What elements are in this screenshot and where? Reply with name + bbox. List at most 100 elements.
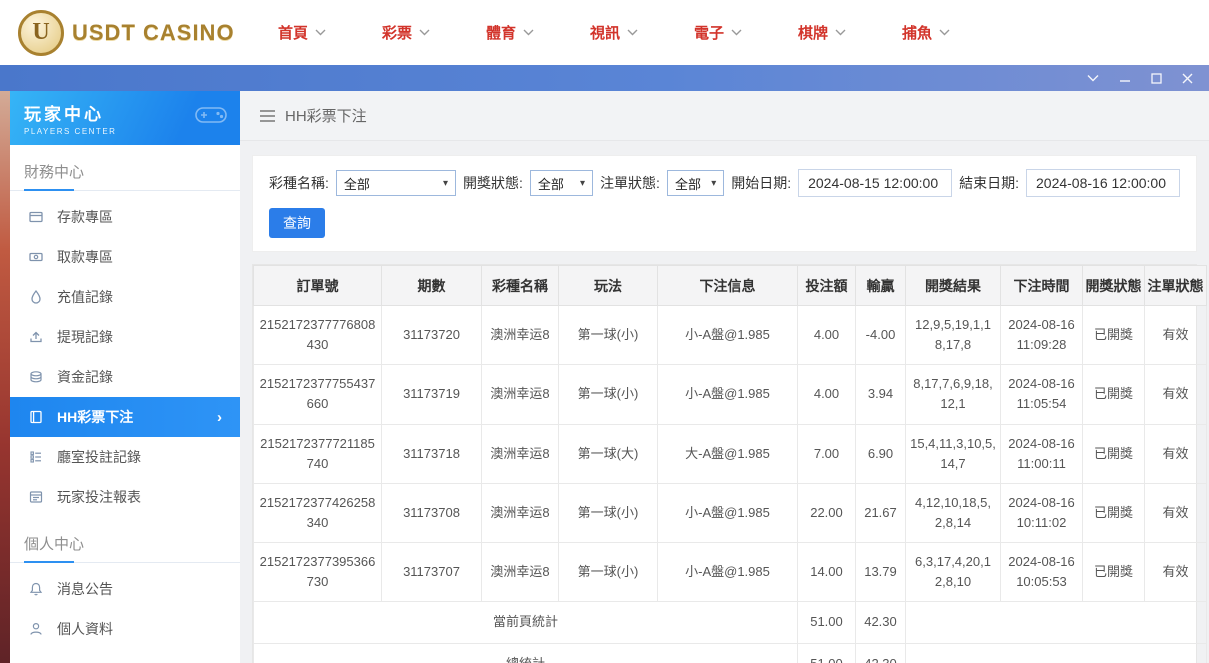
cell-play: 第一球(小) [559, 365, 658, 424]
lottery-name-select[interactable]: 全部 ▾ [336, 170, 456, 196]
search-button[interactable]: 查詢 [269, 208, 325, 238]
nav-item-sports[interactable]: 體育 [458, 22, 562, 43]
table-row: 2152172377721185740 31173718 澳洲幸运8 第一球(大… [254, 424, 1207, 483]
filter-panel: 彩種名稱: 全部 ▾ 開獎狀態: 全部 ▾ 注單狀態: 全部 ▾ [252, 155, 1197, 252]
col-header-bet-info: 下注信息 [658, 266, 798, 306]
sidebar-item-label: 充值記錄 [57, 287, 113, 307]
sidebar-item-announcements[interactable]: 消息公告 [10, 569, 240, 609]
cell-amount: 7.00 [798, 424, 856, 483]
gamepad-icon [194, 103, 228, 132]
window-minimize-icon[interactable] [1119, 72, 1131, 84]
nav-item-live[interactable]: 視訊 [562, 22, 666, 43]
nav-item-label: 捕魚 [902, 22, 932, 43]
sidebar-item-label: 資金記錄 [57, 367, 113, 387]
cell-winloss: 6.90 [856, 424, 906, 483]
sidebar-item-profile[interactable]: 個人資料 [10, 609, 240, 649]
sidebar-item-label: 玩家投注報表 [57, 487, 141, 507]
start-date-input[interactable] [798, 169, 952, 197]
cell-lottery: 澳洲幸运8 [482, 543, 559, 602]
cell-winloss: 21.67 [856, 483, 906, 542]
col-header-play: 玩法 [559, 266, 658, 306]
sidebar-item-deposit[interactable]: 存款專區 [10, 197, 240, 237]
cell-amount: 22.00 [798, 483, 856, 542]
page-header: HH彩票下注 [240, 91, 1209, 141]
sidebar-item-label: 存款專區 [57, 207, 113, 227]
nav-item-label: 視訊 [590, 22, 620, 43]
col-header-order: 訂單號 [254, 266, 382, 306]
deposit-icon [28, 209, 44, 225]
draw-status-select[interactable]: 全部 ▾ [530, 170, 593, 196]
nav-item-label: 電子 [694, 22, 724, 43]
chevron-down-icon [835, 29, 846, 36]
cell-period: 31173719 [382, 365, 482, 424]
draw-status-label: 開獎狀態: [463, 173, 523, 193]
sidebar-item-withdraw[interactable]: 取款專區 [10, 237, 240, 277]
main-nav: 首頁 彩票 體育 視訊 電子 棋牌 捕魚 [250, 22, 1191, 43]
cell-winloss: 3.94 [856, 365, 906, 424]
lottery-name-label: 彩種名稱: [269, 173, 329, 193]
sidebar-item-player-report[interactable]: 玩家投注報表 [10, 477, 240, 517]
sidebar-item-withdrawal-record[interactable]: 提現記錄 [10, 317, 240, 357]
brand[interactable]: U USDT CASINO [18, 10, 250, 56]
window-collapse-icon[interactable] [1087, 74, 1099, 82]
cell-period: 31173718 [382, 424, 482, 483]
nav-item-home[interactable]: 首頁 [250, 22, 354, 43]
cell-order: 2152172377721185740 [254, 424, 382, 483]
table-header-row: 訂單號 期數 彩種名稱 玩法 下注信息 投注額 輸贏 開獎結果 下注時間 開獎狀… [254, 266, 1207, 306]
nav-item-label: 首頁 [278, 22, 308, 43]
window-close-icon[interactable] [1182, 73, 1193, 84]
sidebar-item-room-bet-record[interactable]: 廳室投註記錄 [10, 437, 240, 477]
sidebar-item-hh-lottery-bets[interactable]: HH彩票下注 › [10, 397, 240, 437]
cell-order-status: 有效 [1145, 543, 1207, 602]
nav-item-slots[interactable]: 電子 [666, 22, 770, 43]
window-maximize-icon[interactable] [1151, 73, 1162, 84]
recharge-record-icon [28, 289, 44, 305]
hamburger-menu-icon[interactable] [260, 110, 275, 122]
sidebar-item-label: 個人資料 [57, 619, 113, 639]
table-row: 2152172377395366730 31173707 澳洲幸运8 第一球(小… [254, 543, 1207, 602]
lottery-name-value: 全部 [344, 174, 370, 193]
col-header-lottery: 彩種名稱 [482, 266, 559, 306]
cell-play: 第一球(大) [559, 424, 658, 483]
room-bet-record-icon [28, 449, 44, 465]
brand-logo-icon: U [18, 10, 64, 56]
cell-winloss: 13.79 [856, 543, 906, 602]
sidebar-item-funds-record[interactable]: 資金記錄 [10, 357, 240, 397]
page-total-label: 當前頁統計 [254, 602, 798, 643]
cell-draw-status: 已開獎 [1083, 424, 1145, 483]
brand-name: USDT CASINO [72, 20, 235, 46]
chevron-down-icon [939, 29, 950, 36]
cell-amount: 4.00 [798, 365, 856, 424]
nav-item-label: 棋牌 [798, 22, 828, 43]
cell-lottery: 澳洲幸运8 [482, 483, 559, 542]
cell-order: 2152172377755437660 [254, 365, 382, 424]
nav-item-cards[interactable]: 棋牌 [770, 22, 874, 43]
cell-bet-info: 小-A盤@1.985 [658, 365, 798, 424]
cell-winloss: -4.00 [856, 306, 906, 365]
page-title: HH彩票下注 [285, 105, 367, 126]
cell-lottery: 澳洲幸运8 [482, 424, 559, 483]
start-date-label: 開始日期: [731, 173, 791, 193]
chevron-down-icon: ▾ [711, 178, 716, 189]
cell-draw-status: 已開獎 [1083, 483, 1145, 542]
cell-period: 31173720 [382, 306, 482, 365]
cell-order: 2152172377426258340 [254, 483, 382, 542]
end-date-input[interactable] [1026, 169, 1180, 197]
cell-result: 12,9,5,19,1,18,17,8 [906, 306, 1001, 365]
grand-total-bet: 51.00 [798, 643, 856, 663]
chevron-down-icon [627, 29, 638, 36]
order-status-select[interactable]: 全部 ▾ [667, 170, 724, 196]
chevron-down-icon [731, 29, 742, 36]
grand-total-win: 42.30 [856, 643, 906, 663]
chevron-down-icon [523, 29, 534, 36]
chevron-down-icon [419, 29, 430, 36]
cell-bet-info: 小-A盤@1.985 [658, 483, 798, 542]
cell-time: 2024-08-16 11:05:54 [1001, 365, 1083, 424]
chevron-right-icon: › [217, 410, 222, 425]
nav-item-fishing[interactable]: 捕魚 [874, 22, 978, 43]
sidebar-item-recharge-record[interactable]: 充值記錄 [10, 277, 240, 317]
nav-item-lottery[interactable]: 彩票 [354, 22, 458, 43]
sidebar-section-personal: 個人中心 [10, 529, 240, 563]
cell-time: 2024-08-16 10:05:53 [1001, 543, 1083, 602]
cell-draw-status: 已開獎 [1083, 306, 1145, 365]
